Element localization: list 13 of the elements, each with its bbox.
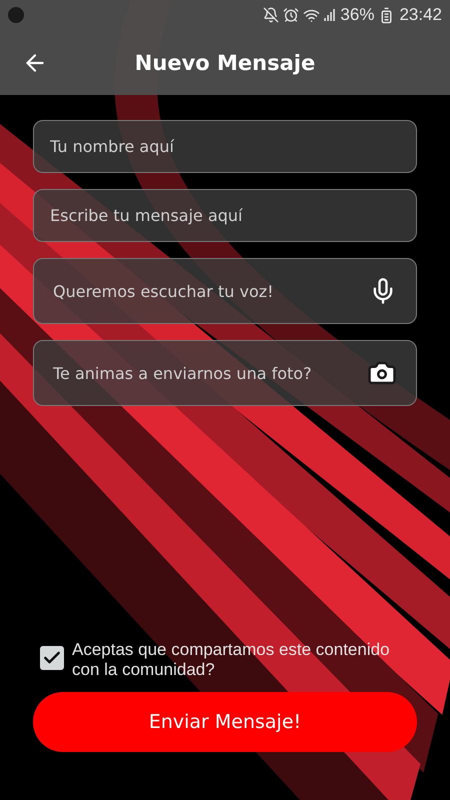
clock: 23:42 bbox=[399, 5, 442, 25]
text-field[interactable]: Tu nombre aquí bbox=[33, 120, 417, 173]
send-button[interactable]: Enviar Mensaje! bbox=[33, 692, 417, 752]
mute-icon bbox=[263, 7, 280, 23]
consent-checkbox[interactable] bbox=[40, 646, 64, 670]
app-logo-icon bbox=[8, 7, 24, 23]
voice-field[interactable]: Queremos escuchar tu voz! bbox=[33, 258, 417, 324]
alarm-icon bbox=[283, 7, 300, 23]
screen-title: Nuevo Mensaje bbox=[134, 50, 316, 74]
photo-field[interactable]: Te animas a enviarnos una foto? bbox=[33, 340, 417, 406]
signal-icon bbox=[324, 8, 336, 22]
battery-percent: 36% bbox=[340, 5, 374, 25]
text-field[interactable]: Escribe tu mensaje aquí bbox=[33, 189, 417, 242]
